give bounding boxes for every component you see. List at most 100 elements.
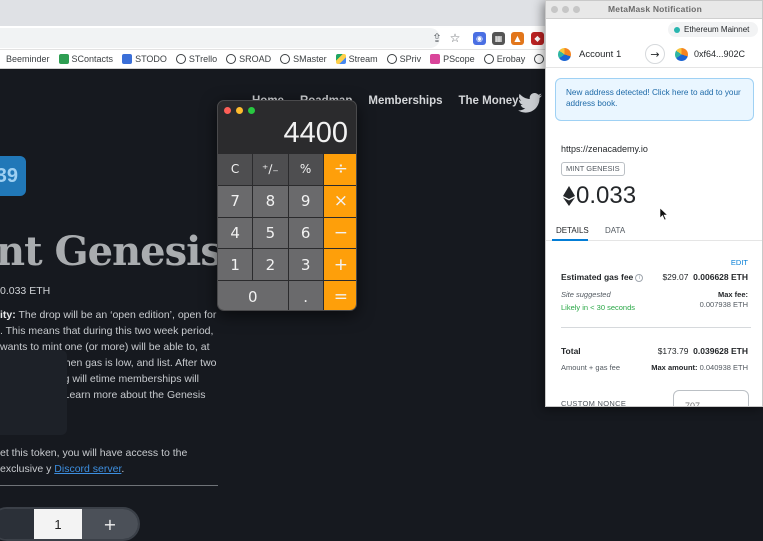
bookmark-icon — [280, 54, 291, 64]
info-icon[interactable]: i — [635, 274, 644, 282]
metamask-notification-window: MetaMask Notification Ethereum Mainnet A… — [545, 0, 763, 407]
tab-data[interactable]: DATA — [605, 226, 625, 235]
extension-icon[interactable]: ▦ — [492, 32, 505, 45]
calculator-key[interactable]: 6 — [288, 217, 323, 249]
increment-button[interactable]: + — [82, 509, 138, 539]
address-bar[interactable] — [0, 28, 440, 48]
bookmark-icon — [430, 54, 441, 64]
bookmark-item[interactable]: Stream — [335, 54, 378, 64]
custom-nonce-label: CUSTOM NONCE — [561, 399, 627, 407]
bookmark-icon — [175, 54, 186, 64]
calculator-key[interactable]: × — [323, 185, 356, 217]
discord-link[interactable]: Discord server — [54, 463, 121, 475]
bookmark-item[interactable]: PScope — [430, 54, 475, 64]
divider — [0, 485, 218, 486]
divider — [561, 327, 751, 328]
max-amount-label: Max amount: — [651, 363, 698, 372]
window-controls — [224, 107, 255, 114]
extension-icon[interactable]: ◉ — [473, 32, 486, 45]
bookmark-label: Beeminder — [6, 54, 50, 64]
total-label: Total — [561, 346, 581, 356]
transaction-amount: 0.033 — [576, 182, 637, 209]
calculator-key[interactable]: . — [288, 281, 323, 310]
bookmark-item[interactable]: SROAD — [226, 54, 271, 64]
share-icon[interactable]: ⇪ — [429, 30, 445, 46]
bookmark-label: SMaster — [293, 54, 327, 64]
bookmark-item[interactable]: SPriv — [386, 54, 422, 64]
custom-nonce-input[interactable] — [673, 390, 749, 406]
calculator-key[interactable]: % — [288, 154, 323, 185]
gas-fee-label: Estimated gas fee i — [561, 272, 644, 282]
sender-recipient-row: Account 1 → 0xf64...902C — [546, 40, 762, 68]
network-name: Ethereum Mainnet — [684, 25, 750, 34]
max-amount-value: 0.040938 ETH — [699, 363, 748, 372]
window-titlebar: MetaMask Notification — [546, 1, 762, 19]
bookmark-item[interactable]: Erobay — [483, 54, 526, 64]
bookmark-label: SContacts — [71, 54, 114, 64]
calculator-key[interactable]: ⁺∕₋ — [253, 154, 288, 185]
close-button[interactable] — [224, 107, 231, 114]
bookmark-label: Erobay — [496, 54, 526, 64]
token-price: 0.033 ETH — [0, 285, 51, 297]
quantity-value[interactable]: 1 — [34, 509, 82, 539]
max-fee: Max fee: 0.007938 ETH — [700, 290, 748, 310]
minimize-button[interactable] — [236, 107, 243, 114]
bookmark-icon — [534, 54, 545, 64]
calculator-key[interactable]: 8 — [253, 185, 288, 217]
calculator-window: 4400 C ⁺∕₋% ÷ 7 8 9 × 4 5 6− 1 2 3 +0. = — [217, 100, 357, 311]
calculator-key[interactable]: 9 — [288, 185, 323, 217]
gas-fee-label-text: Estimated gas fee — [561, 272, 634, 282]
calculator-key[interactable]: + — [323, 249, 356, 281]
calculator-display: 4400 — [283, 117, 348, 149]
total-value: $173.79 0.039628 ETH — [658, 346, 748, 356]
nav-link-the-money[interactable]: The Money — [459, 95, 519, 107]
bookmark-item[interactable]: SMaster — [280, 54, 327, 64]
recipient-avatar — [675, 48, 688, 61]
token-number-badge: 39 — [0, 156, 26, 196]
bookmark-item[interactable]: STrello — [175, 54, 218, 64]
bookmark-label: SPriv — [399, 54, 422, 64]
network-selector[interactable]: Ethereum Mainnet — [668, 22, 758, 37]
calculator-key[interactable]: ÷ — [323, 154, 356, 185]
edit-gas-button[interactable]: EDIT — [731, 258, 748, 267]
twitter-icon[interactable] — [518, 92, 542, 114]
bookmark-icon — [58, 54, 69, 64]
new-address-notice[interactable]: New address detected! Click here to add … — [555, 78, 754, 121]
bookmark-icon — [226, 54, 237, 64]
zoom-button[interactable] — [248, 107, 255, 114]
extension-icon[interactable]: ◆ — [531, 32, 544, 45]
bookmark-label: SROAD — [239, 54, 272, 64]
window-title: MetaMask Notification — [608, 4, 702, 14]
calculator-key[interactable]: 7 — [218, 185, 253, 217]
bookmark-label: PScope — [443, 54, 475, 64]
calculator-key[interactable]: 0 — [218, 281, 288, 310]
tab-details[interactable]: DETAILS — [556, 226, 589, 235]
account-name[interactable]: Account 1 — [579, 49, 621, 60]
recipient-address[interactable]: 0xf64...902C — [694, 49, 745, 59]
ethereum-icon — [563, 186, 575, 206]
decrement-button[interactable] — [0, 509, 34, 539]
bookmark-item[interactable]: STODO — [122, 54, 167, 64]
calculator-key[interactable]: 4 — [218, 217, 253, 249]
bookmark-icon — [335, 54, 346, 64]
calculator-key[interactable]: 5 — [253, 217, 288, 249]
calculator-key[interactable]: 1 — [218, 249, 253, 281]
max-fee-value: 0.007938 ETH — [699, 300, 748, 309]
calculator-key[interactable]: 2 — [253, 249, 288, 281]
details-tabs: DETAILS DATA — [546, 220, 762, 241]
calculator-key[interactable]: − — [323, 217, 356, 249]
bookmark-item[interactable]: SContacts — [58, 54, 114, 64]
bookmark-label: STrello — [188, 54, 218, 64]
bookmark-item[interactable]: Beeminder — [6, 54, 50, 64]
access-text: et this token, you will have access to t… — [0, 445, 218, 477]
calculator-key[interactable]: = — [323, 281, 356, 310]
likely-time-label: Likely in < 30 seconds — [561, 303, 636, 312]
bookmark-icon — [483, 54, 494, 64]
bookmark-star-icon[interactable]: ☆ — [447, 30, 463, 46]
nav-link-memberships[interactable]: Memberships — [368, 95, 442, 107]
site-origin: https://zenacademy.io — [561, 144, 648, 154]
active-tab-indicator — [552, 239, 588, 241]
calculator-key[interactable]: C — [218, 154, 253, 185]
metamask-fox-icon[interactable]: ▲ — [511, 32, 524, 45]
calculator-key[interactable]: 3 — [288, 249, 323, 281]
